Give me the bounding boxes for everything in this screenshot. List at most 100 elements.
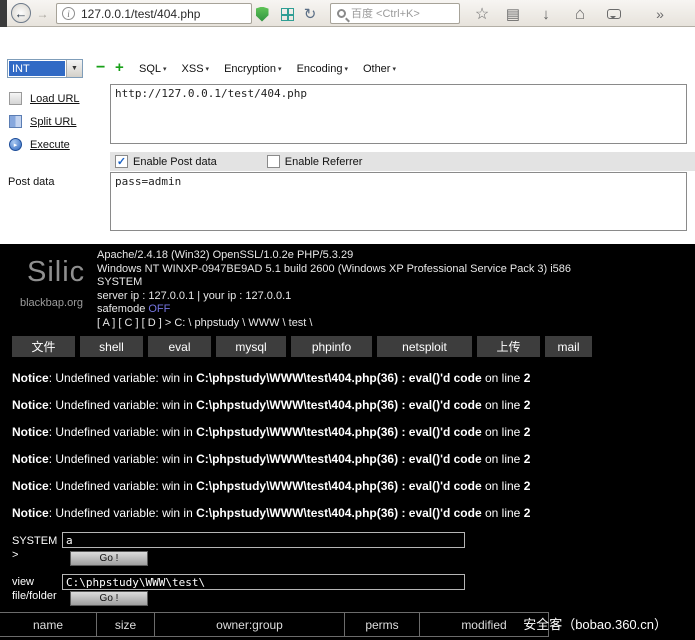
php-notice: Notice: Undefined variable: win in C:\ph… <box>12 473 530 500</box>
nav-netsploit-button[interactable]: netsploit <box>377 336 472 357</box>
nav-phpinfo-button[interactable]: phpinfo <box>291 336 372 357</box>
dropdown-selected-value: INT <box>9 61 65 76</box>
refresh-icon: ↻ <box>304 5 317 23</box>
file-folder-label: file/folder <box>12 590 57 602</box>
menu-other[interactable]: Other▾ <box>363 63 396 75</box>
file-table-header: name size owner:group perms modified <box>0 612 549 637</box>
downloads-button[interactable]: ↓ <box>536 4 556 24</box>
window-edge <box>0 0 7 27</box>
bookmarks-sidebar-button[interactable]: ▤ <box>503 4 523 24</box>
nav-mysql-button[interactable]: mysql <box>216 336 286 357</box>
search-icon <box>337 9 346 18</box>
php-notices: Notice: Undefined variable: win in C:\ph… <box>12 365 530 527</box>
php-notice: Notice: Undefined variable: win in C:\ph… <box>12 365 530 392</box>
chevron-more-icon: » <box>656 6 664 22</box>
system-prompt: > <box>12 549 18 561</box>
check-icon: ✓ <box>117 155 126 168</box>
hackbar-menus: SQL▾ XSS▾ Encryption▾ Encoding▾ Other▾ <box>139 63 396 75</box>
php-notice: Notice: Undefined variable: win in C:\ph… <box>12 392 530 419</box>
drive-links[interactable]: [ A ] [ C ] [ D ] <box>97 317 165 329</box>
info-apache: Apache/2.4.18 (Win32) OpenSSL/1.0.2e PHP… <box>97 249 571 263</box>
nav-shell-button[interactable]: shell <box>80 336 143 357</box>
menu-sql[interactable]: SQL▾ <box>139 63 167 75</box>
view-path-input[interactable] <box>62 574 465 590</box>
chevron-down-icon: ▾ <box>206 65 210 73</box>
load-url-button[interactable]: Load URL <box>0 87 110 110</box>
info-user: SYSTEM <box>97 276 571 290</box>
command-go-button[interactable]: Go ! <box>70 551 148 566</box>
column-owner-group: owner:group <box>155 613 345 636</box>
execute-button[interactable]: ▸ Execute <box>0 133 110 156</box>
command-input[interactable] <box>62 532 465 548</box>
enable-post-label: Enable Post data <box>133 156 217 168</box>
chat-bubble-icon <box>607 9 621 19</box>
search-bar[interactable] <box>330 3 460 24</box>
load-url-icon <box>9 92 22 105</box>
column-size: size <box>97 613 155 636</box>
column-name: name <box>0 613 97 636</box>
chevron-down-icon: ▾ <box>163 65 167 73</box>
enable-referrer-label: Enable Referrer <box>285 156 363 168</box>
chevron-down-icon[interactable]: ▼ <box>66 60 82 77</box>
webshell-page: Silic blackbap.org Apache/2.4.18 (Win32)… <box>0 244 695 640</box>
screen-root: ← → i 127.0.0.1/test/404.php ↻ ☆ ▤ ↓ ⌂ »… <box>0 0 695 640</box>
site-info-icon[interactable]: i <box>62 7 75 20</box>
hackbar-actions: Load URL Split URL ▸ Execute Post data <box>0 82 110 244</box>
safemode-status: OFF <box>148 303 170 315</box>
url-text: 127.0.0.1/test/404.php <box>81 7 200 21</box>
post-data-textarea[interactable]: pass=admin <box>110 172 687 231</box>
menu-encoding[interactable]: Encoding▾ <box>297 63 348 75</box>
forward-button[interactable]: → <box>35 6 50 21</box>
enable-referrer-checkbox[interactable] <box>267 155 280 168</box>
nav-mail-button[interactable]: mail <box>545 336 592 357</box>
refresh-button[interactable]: ↻ <box>300 4 320 24</box>
info-ip: server ip : 127.0.0.1 | your ip : 127.0.… <box>97 290 571 304</box>
execute-icon: ▸ <box>9 138 22 151</box>
comment-addon-button[interactable] <box>604 4 624 24</box>
watermark-text: 安全客（bobao.360.cn） <box>523 614 667 633</box>
chevron-down-icon: ▾ <box>278 65 282 73</box>
split-url-icon <box>9 115 22 128</box>
php-notice: Notice: Undefined variable: win in C:\ph… <box>12 500 530 527</box>
back-icon: ← <box>15 6 28 21</box>
url-textarea[interactable]: http://127.0.0.1/test/404.php <box>110 84 687 144</box>
split-url-button[interactable]: Split URL <box>0 110 110 133</box>
enable-post-checkbox[interactable]: ✓ <box>115 155 128 168</box>
server-info: Apache/2.4.18 (Win32) OpenSSL/1.0.2e PHP… <box>97 249 571 331</box>
home-button[interactable]: ⌂ <box>570 4 590 24</box>
url-bar[interactable]: i 127.0.0.1/test/404.php <box>56 3 252 24</box>
back-button[interactable]: ← <box>11 3 31 23</box>
path-links[interactable]: > C: \ phpstudy \ WWW \ test \ <box>165 317 313 329</box>
column-perms: perms <box>345 613 420 636</box>
options-bar: ✓ Enable Post data Enable Referrer <box>110 152 695 171</box>
system-label: SYSTEM <box>12 535 57 547</box>
charset-dropdown[interactable]: INT ▼ <box>7 59 83 78</box>
nav-eval-button[interactable]: eval <box>148 336 211 357</box>
nav-files-button[interactable]: 文件 <box>12 336 75 357</box>
menu-xss[interactable]: XSS▾ <box>182 63 210 75</box>
home-icon: ⌂ <box>575 4 585 24</box>
post-data-label: Post data <box>8 176 54 188</box>
shell-nav: 文件 shell eval mysql phpinfo netsploit 上传… <box>12 336 592 357</box>
grid-icon <box>281 8 294 21</box>
shield-addon-button[interactable] <box>252 4 272 24</box>
grid-addon-button[interactable] <box>277 4 297 24</box>
sidebar-icon: ▤ <box>506 5 520 23</box>
nav-upload-button[interactable]: 上传 <box>477 336 540 357</box>
chevron-down-icon: ▾ <box>344 65 348 73</box>
star-icon: ☆ <box>475 4 489 24</box>
view-label: view <box>12 576 34 588</box>
drive-path-line: [ A ] [ C ] [ D ] > C: \ phpstudy \ WWW … <box>97 317 571 331</box>
search-input[interactable] <box>351 8 451 20</box>
grow-button[interactable]: + <box>115 60 124 76</box>
chevron-down-icon: ▾ <box>392 65 396 73</box>
php-notice: Notice: Undefined variable: win in C:\ph… <box>12 446 530 473</box>
hackbar-menubar: INT ▼ − + SQL▾ XSS▾ Encryption▾ Encoding… <box>0 52 695 82</box>
bookmark-star-button[interactable]: ☆ <box>472 4 492 24</box>
shrink-button[interactable]: − <box>96 60 105 76</box>
toolbar-overflow-button[interactable]: » <box>650 4 670 24</box>
browser-toolbar: ← → i 127.0.0.1/test/404.php ↻ ☆ ▤ ↓ ⌂ » <box>0 0 695 27</box>
php-notice: Notice: Undefined variable: win in C:\ph… <box>12 419 530 446</box>
view-go-button[interactable]: Go ! <box>70 591 148 606</box>
menu-encryption[interactable]: Encryption▾ <box>224 63 282 75</box>
